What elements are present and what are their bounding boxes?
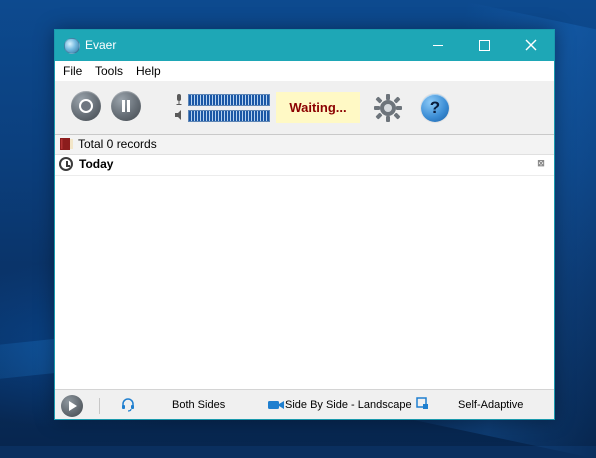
resolution-label[interactable]: Self-Adaptive — [458, 399, 523, 411]
evaer-app-icon — [64, 38, 80, 54]
play-button[interactable] — [61, 395, 83, 417]
maximize-button[interactable] — [462, 30, 508, 61]
pause-bar — [127, 100, 130, 112]
minimize-button[interactable] — [416, 30, 462, 61]
minimize-icon — [433, 45, 443, 46]
microphone-level-meter — [188, 94, 270, 106]
video-layout-label[interactable]: Side By Side - Landscape — [285, 399, 412, 411]
menu-tools[interactable]: Tools — [95, 64, 123, 78]
speaker-icon — [175, 110, 181, 120]
evaer-window: Evaer File Tools Help Waiting... ? Total… — [54, 29, 555, 420]
record-button[interactable] — [71, 91, 101, 121]
menu-help[interactable]: Help — [136, 64, 161, 78]
clock-icon — [59, 157, 73, 171]
help-icon: ? — [429, 98, 441, 117]
audio-mode-label[interactable]: Both Sides — [172, 399, 225, 411]
close-button[interactable] — [508, 30, 554, 61]
microphone-icon — [176, 94, 182, 105]
pause-bar — [122, 100, 125, 112]
gear-icon — [374, 94, 402, 122]
title-bar[interactable]: Evaer — [55, 30, 554, 61]
maximize-icon — [479, 40, 490, 51]
recording-status: Waiting... — [276, 92, 360, 123]
close-icon — [525, 39, 537, 51]
play-icon — [69, 401, 77, 411]
screen-capture-icon — [416, 397, 428, 409]
menu-bar: File Tools Help — [55, 61, 554, 81]
records-summary-row: Total 0 records — [55, 135, 554, 155]
headset-icon — [122, 398, 134, 412]
record-icon — [79, 99, 93, 113]
list-group-today[interactable]: Today ⊠ — [55, 154, 554, 176]
status-separator — [99, 398, 100, 414]
status-bar: Both Sides Side By Side - Landscape Self… — [55, 389, 554, 419]
toolbar: Waiting... ? — [55, 81, 554, 134]
today-label: Today — [79, 157, 114, 171]
records-list: Total 0 records Today ⊠ — [55, 134, 554, 389]
close-icon[interactable]: ⊠ — [537, 159, 545, 168]
window-title: Evaer — [85, 38, 117, 52]
video-camera-icon — [268, 401, 284, 409]
book-icon — [60, 138, 73, 150]
settings-button[interactable] — [373, 93, 403, 123]
clock-hand — [66, 165, 70, 167]
menu-file[interactable]: File — [63, 64, 82, 78]
pause-button[interactable] — [111, 91, 141, 121]
speaker-level-meter — [188, 110, 270, 122]
records-total: Total 0 records — [78, 137, 157, 151]
help-button[interactable]: ? — [421, 94, 449, 122]
